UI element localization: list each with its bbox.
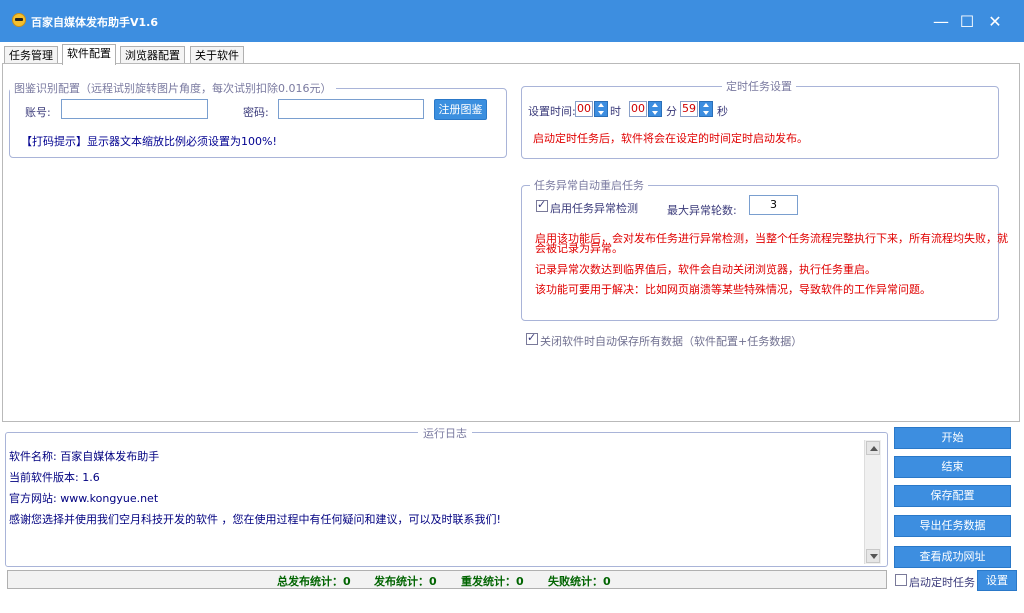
account-input[interactable]	[61, 99, 208, 119]
minute-unit: 分	[666, 105, 677, 118]
export-tasks-button[interactable]: 导出任务数据	[894, 515, 1011, 537]
tab-browser-config[interactable]: 浏览器配置	[120, 46, 185, 64]
tab-about[interactable]: 关于软件	[190, 46, 244, 64]
timer-task-checkbox[interactable]	[895, 574, 907, 586]
password-label: 密码:	[243, 106, 269, 119]
account-label: 账号:	[25, 106, 51, 119]
tab-task-management[interactable]: 任务管理	[4, 46, 58, 64]
window-title: 百家自媒体发布助手V1.6	[31, 16, 158, 29]
hour-input[interactable]: 00	[575, 101, 593, 117]
schedule-note: 启动定时任务后，软件将会在设定的时间定时启动发布。	[533, 132, 808, 145]
minimize-icon[interactable]: —	[929, 10, 953, 34]
stop-button[interactable]: 结束	[894, 456, 1011, 478]
restart-legend: 任务异常自动重启任务	[534, 179, 644, 192]
tab-software-config[interactable]: 软件配置	[62, 44, 116, 65]
second-spinner-icon[interactable]	[699, 101, 713, 117]
hour-spinner-icon[interactable]	[594, 101, 608, 117]
app-logo-icon	[12, 13, 26, 27]
log-line: 当前软件版本: 1.6	[9, 471, 100, 484]
second-unit: 秒	[717, 105, 728, 118]
config-panel: 图鉴识别配置（远程试别旋转图片角度，每次试别扣除0.016元） 账号: 密码: …	[2, 63, 1020, 422]
second-input[interactable]: 59	[680, 101, 698, 117]
schedule-time-label: 设置时间:	[528, 105, 576, 118]
schedule-group: 定时任务设置	[521, 78, 999, 159]
timer-task-label: 启动定时任务	[909, 576, 975, 589]
save-config-button[interactable]: 保存配置	[894, 485, 1011, 507]
log-line: 感谢您选择并使用我们空月科技开发的软件 ，您在使用过程中有任何疑问和建议，可以及…	[9, 513, 501, 526]
status-bar: 总发布统计：0 发布统计：0 重发统计：0 失败统计：0	[7, 570, 887, 589]
captcha-config-legend: 图鉴识别配置（远程试别旋转图片角度，每次试别扣除0.016元）	[14, 82, 332, 95]
register-captcha-button[interactable]: 注册图鉴	[434, 99, 487, 120]
fail-stat: 失败统计：0	[548, 575, 611, 588]
total-publish-stat: 总发布统计：0	[277, 575, 351, 588]
minute-input[interactable]: 00	[629, 101, 647, 117]
max-rounds-label: 最大异常轮数:	[667, 204, 737, 217]
schedule-legend: 定时任务设置	[726, 80, 792, 93]
publish-stat: 发布统计：0	[374, 575, 437, 588]
autosave-checkbox[interactable]	[526, 331, 538, 345]
close-icon[interactable]: ✕	[983, 10, 1007, 34]
scroll-up-icon[interactable]	[866, 441, 880, 455]
restart-note-3: 该功能可要用于解决：比如网页崩溃等某些特殊情况，导致软件的工作异常问题。	[535, 283, 931, 296]
password-input[interactable]	[278, 99, 424, 119]
view-success-urls-button[interactable]: 查看成功网址	[894, 546, 1011, 568]
settings-button[interactable]: 设置	[977, 570, 1017, 591]
autosave-label: 关闭软件时自动保存所有数据（软件配置+任务数据）	[540, 335, 803, 348]
hour-unit: 时	[610, 105, 621, 118]
log-textarea[interactable]: 软件名称: 百家自媒体发布助手 当前软件版本: 1.6 官方网站: www.ko…	[9, 440, 864, 564]
log-scrollbar[interactable]	[864, 440, 881, 564]
title-bar: 百家自媒体发布助手V1.6 — ☐ ✕	[0, 0, 1024, 42]
start-button[interactable]: 开始	[894, 427, 1011, 449]
enable-detection-label: 启用任务异常检测	[550, 202, 638, 215]
maximize-icon[interactable]: ☐	[955, 10, 979, 34]
enable-detection-checkbox[interactable]	[536, 198, 548, 212]
log-line: 软件名称: 百家自媒体发布助手	[9, 450, 160, 463]
log-line: 官方网站: www.kongyue.net	[9, 492, 159, 505]
scroll-down-icon[interactable]	[866, 549, 880, 563]
repost-stat: 重发统计：0	[461, 575, 524, 588]
log-title: 运行日志	[418, 425, 472, 441]
minute-spinner-icon[interactable]	[648, 101, 662, 117]
captcha-tip: 【打码提示】显示器文本缩放比例必须设置为100%!	[21, 135, 277, 148]
restart-note-2: 记录异常次数达到临界值后，软件会自动关闭浏览器，执行任务重启。	[535, 263, 876, 276]
max-rounds-input[interactable]: 3	[749, 195, 798, 215]
restart-note-1b: 会被记录为异常。	[535, 242, 623, 255]
